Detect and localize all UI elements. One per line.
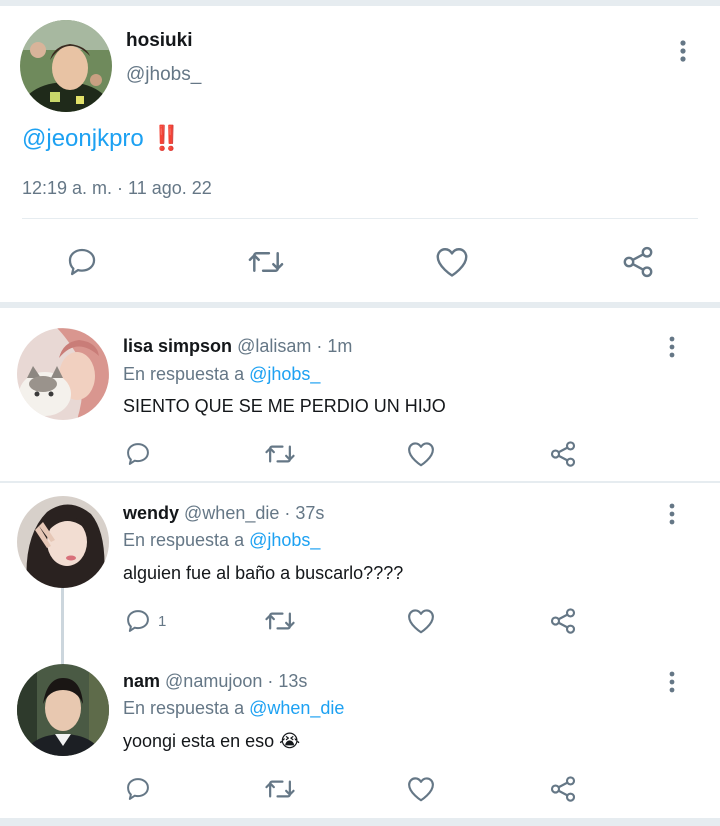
reply-icon[interactable]	[124, 773, 158, 805]
reply-icon[interactable]	[62, 242, 102, 282]
share-icon[interactable]	[618, 242, 658, 282]
share-icon[interactable]	[548, 773, 578, 805]
in-reply-label: En respuesta a	[123, 364, 245, 384]
like-icon[interactable]	[406, 605, 436, 637]
more-options-icon[interactable]	[660, 499, 684, 529]
reply-author-name[interactable]: lisa simpson	[123, 336, 232, 356]
in-reply-to-link[interactable]: @jhobs_	[249, 364, 320, 384]
in-reply-to: En respuesta a @jhobs_	[123, 364, 320, 385]
like-icon[interactable]	[406, 438, 436, 470]
share-icon[interactable]	[548, 605, 578, 637]
reply-icon[interactable]	[124, 438, 158, 470]
in-reply-to: En respuesta a @jhobs_	[123, 530, 320, 551]
reply-tweet[interactable]: wendy @when_die · 37s En respuesta a @jh…	[0, 483, 720, 643]
divider	[22, 218, 698, 219]
reply-icon[interactable]: 1	[124, 605, 166, 637]
reply-author-handle[interactable]: @namujoon	[165, 671, 262, 691]
reply-tweet[interactable]: nam @namujoon · 13s En respuesta a @when…	[0, 651, 720, 819]
in-reply-label: En respuesta a	[123, 698, 245, 718]
retweet-icon[interactable]	[264, 438, 296, 470]
author-handle[interactable]: @jhobs_	[126, 64, 201, 86]
reply-author-name[interactable]: nam	[123, 671, 160, 691]
reply-text: yoongi esta en eso 😭	[123, 731, 301, 751]
reply-author-handle[interactable]: @lalisam	[237, 336, 311, 356]
tweet-body: @jeonjkpro ‼️	[22, 124, 182, 153]
avatar-lisa-simpson[interactable]	[17, 328, 109, 420]
more-options-icon[interactable]	[670, 36, 696, 66]
reply-count: 1	[158, 612, 167, 630]
like-icon[interactable]	[406, 773, 436, 805]
reply-author-name[interactable]: wendy	[123, 503, 179, 523]
reply-time: · 13s	[267, 671, 308, 691]
author-name[interactable]: hosiuki	[126, 30, 193, 52]
retweet-icon[interactable]	[264, 605, 296, 637]
share-icon[interactable]	[548, 438, 578, 470]
reply-tweet[interactable]: lisa simpson @lalisam · 1m En respuesta …	[0, 308, 720, 482]
mention-link[interactable]: @jeonjkpro	[22, 125, 144, 152]
avatar-nam[interactable]	[17, 664, 109, 756]
reply-meta: lisa simpson @lalisam · 1m	[123, 336, 352, 357]
retweet-icon[interactable]	[264, 773, 296, 805]
reply-text: alguien fue al baño a buscarlo????	[123, 563, 404, 583]
more-options-icon[interactable]	[660, 667, 684, 697]
tweet-timestamp[interactable]: 12:19 a. m. · 11 ago. 22	[22, 178, 212, 199]
tweet-actions	[0, 242, 720, 282]
in-reply-label: En respuesta a	[123, 530, 245, 550]
reply-meta: nam @namujoon · 13s	[123, 671, 307, 692]
main-tweet: hosiuki @jhobs_ @jeonjkpro ‼️ 12:19 a. m.…	[0, 6, 720, 304]
reply-text: SIENTO QUE SE ME PERDIO UN HIJO	[123, 396, 446, 416]
avatar-hosiuki[interactable]	[20, 20, 112, 112]
avatar-wendy[interactable]	[17, 496, 109, 588]
double-exclamation-emoji: ‼️	[151, 125, 182, 152]
reply-meta: wendy @when_die · 37s	[123, 503, 324, 524]
in-reply-to-link[interactable]: @when_die	[249, 698, 344, 718]
reply-time: · 37s	[284, 503, 325, 523]
like-icon[interactable]	[432, 242, 472, 282]
more-options-icon[interactable]	[660, 332, 684, 362]
bottom-divider	[0, 818, 720, 826]
reply-author-handle[interactable]: @when_die	[184, 503, 279, 523]
reply-time: · 1m	[316, 336, 353, 356]
in-reply-to: En respuesta a @when_die	[123, 698, 344, 719]
in-reply-to-link[interactable]: @jhobs_	[249, 530, 320, 550]
retweet-icon[interactable]	[246, 242, 286, 282]
